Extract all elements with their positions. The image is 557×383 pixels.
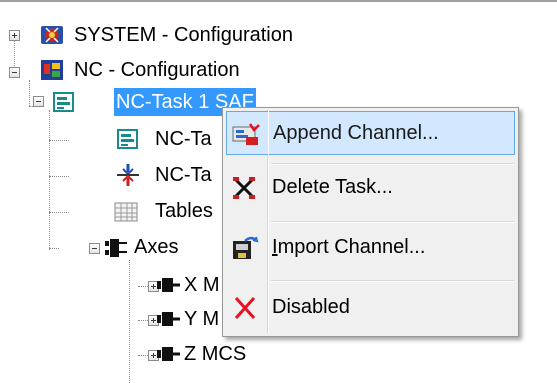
tree-connector xyxy=(49,110,50,250)
axis-y-icon xyxy=(157,312,180,326)
tree-connector xyxy=(49,176,69,177)
collapse-toggle-axes[interactable] xyxy=(89,243,100,254)
menu-item-label-rest: mport Channel... xyxy=(277,236,426,258)
disabled-x-icon xyxy=(234,296,256,320)
menu-item-label: Delete Task... xyxy=(272,176,393,198)
nc-task-image-icon xyxy=(117,129,138,149)
menu-separator xyxy=(271,221,514,223)
tree-item-label: NC-Ta xyxy=(155,164,212,186)
tree-connector xyxy=(138,355,148,356)
tables-icon xyxy=(114,202,138,222)
tree-item-label: Z MCS xyxy=(184,343,247,365)
collapse-toggle-nc[interactable] xyxy=(9,67,20,78)
nc-task-icon xyxy=(53,92,74,112)
tree-connector xyxy=(49,140,69,141)
nc-configuration-icon xyxy=(41,60,63,80)
tree-connector xyxy=(49,248,59,249)
tree-item-label: NC-Ta xyxy=(155,128,212,150)
tree-item-label: Axes xyxy=(134,236,179,258)
tree-item-label: NC - Configuration xyxy=(74,59,240,81)
tree-connector xyxy=(29,80,30,106)
tree-connector xyxy=(138,320,148,321)
tree-connector xyxy=(138,286,148,287)
context-menu: Append Channel... Delete Task... Import … xyxy=(222,107,519,337)
axis-z-icon xyxy=(157,347,180,361)
tree-item-label: SYSTEM - Configuration xyxy=(74,24,293,46)
menu-separator xyxy=(271,280,514,282)
system-configuration-icon xyxy=(41,26,63,44)
menu-item-import-channel[interactable]: Import Channel... xyxy=(226,226,515,270)
tree-connector xyxy=(49,212,69,213)
menu-separator xyxy=(271,163,514,165)
menu-item-delete-task[interactable]: Delete Task... xyxy=(226,166,515,210)
menu-item-label: Import Channel... xyxy=(272,226,425,268)
menu-item-label: Append Channel... xyxy=(273,122,439,144)
axes-icon xyxy=(105,239,127,257)
tree-item-label: X M xyxy=(184,274,220,296)
import-channel-icon xyxy=(233,236,259,259)
tree-connector xyxy=(14,38,15,70)
menu-item-disabled[interactable]: Disabled xyxy=(226,286,515,330)
delete-task-icon xyxy=(233,177,255,199)
collapse-toggle-nc-task[interactable] xyxy=(33,96,44,107)
tree-item-label: Tables xyxy=(155,200,213,222)
append-channel-icon xyxy=(232,123,260,145)
axis-x-icon xyxy=(157,278,180,292)
menu-item-append-channel[interactable]: Append Channel... xyxy=(226,111,515,155)
tree-item-label: Y M xyxy=(184,308,220,330)
menu-item-label: Disabled xyxy=(272,296,350,318)
nc-task-sap-icon xyxy=(117,164,139,186)
expand-toggle-system[interactable] xyxy=(9,30,20,41)
tree-connector xyxy=(129,260,130,383)
